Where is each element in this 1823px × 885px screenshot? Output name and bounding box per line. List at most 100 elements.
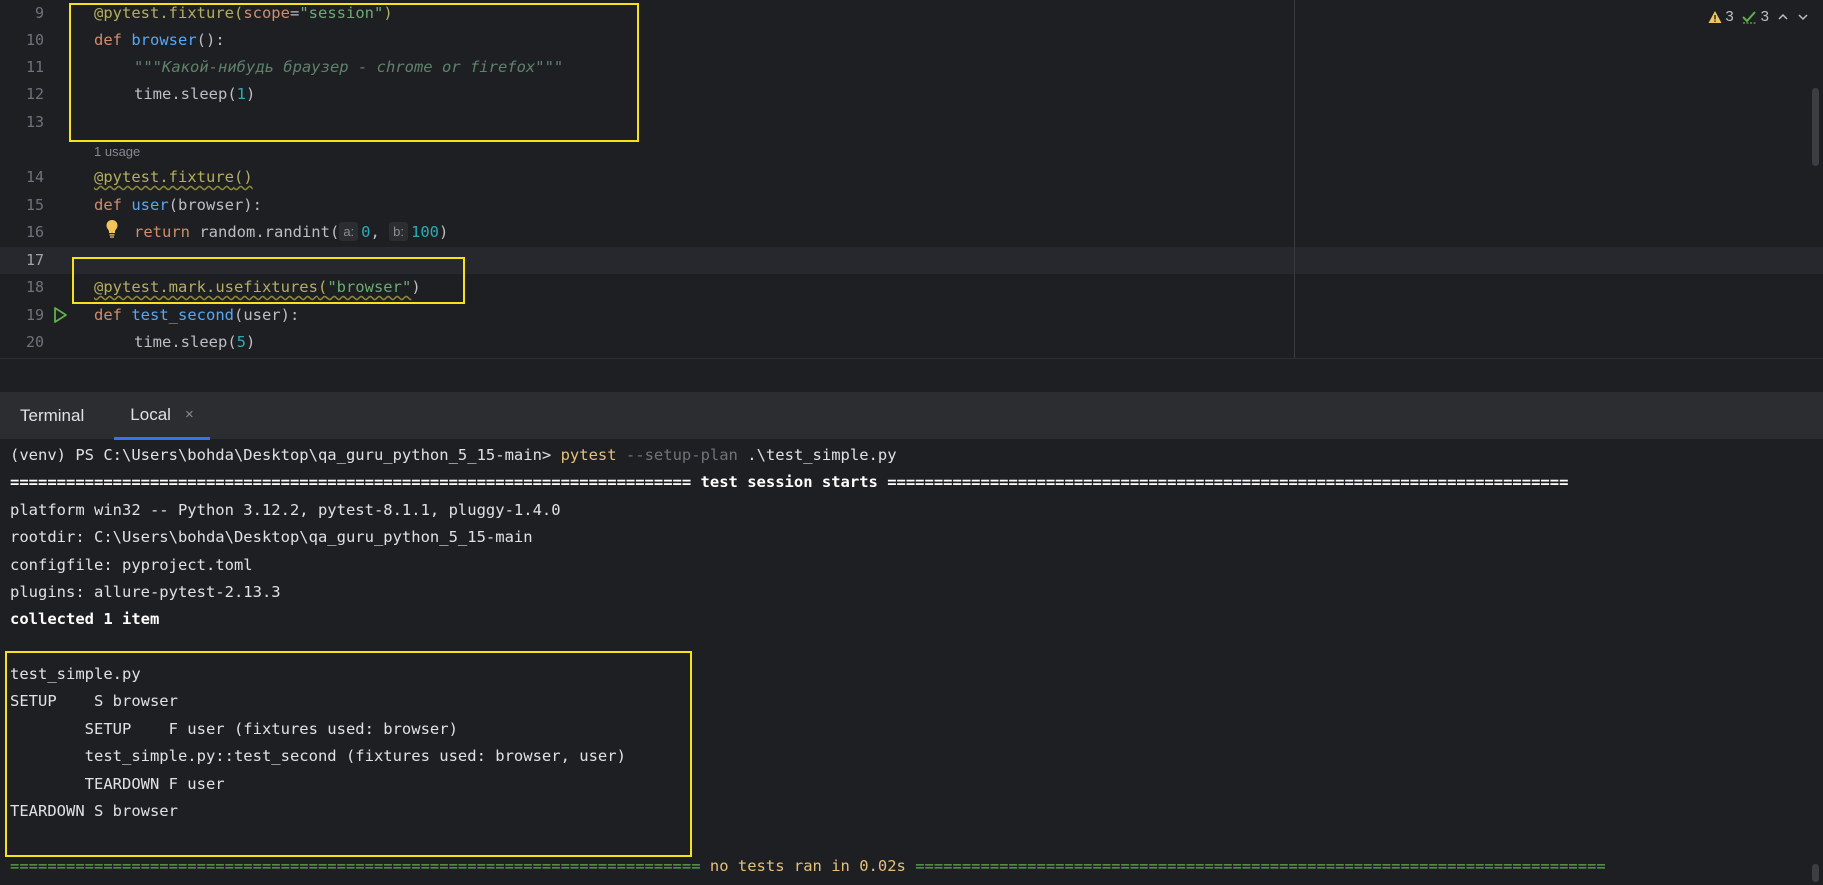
decorator: @pytest.fixture(	[94, 4, 244, 22]
code-line-18: @pytest.mark.usefixtures("browser")	[94, 274, 421, 301]
warnings-counter[interactable]: 3	[1708, 8, 1734, 25]
code-line-16: return random.randint(a: 0, b: 100)	[134, 219, 448, 246]
keyword: def	[94, 306, 132, 324]
code-line-15: def user(browser):	[94, 192, 262, 219]
line-number: 15	[25, 196, 44, 214]
plan-line: SETUP F user (fixtures used: browser)	[10, 720, 458, 738]
code-text: ,	[370, 223, 390, 241]
chevron-down-icon[interactable]	[1797, 11, 1809, 23]
warnings-count: 3	[1725, 8, 1734, 25]
rootdir-line: rootdir: C:\Users\bohda\Desktop\qa_guru_…	[10, 528, 533, 546]
line-number: 14	[25, 168, 44, 186]
line-number: 9	[34, 4, 44, 22]
string-literal: "browser"	[327, 278, 412, 296]
prompt: (venv) PS C:\Users\bohda\Desktop\qa_guru…	[10, 446, 561, 464]
code-editor[interactable]: 9 10 11 12 13 14 15 16 17 18 19 20 @pyte…	[0, 0, 1823, 358]
run-icon[interactable]	[52, 306, 68, 324]
line-number: 10	[25, 31, 44, 49]
chevron-up-icon[interactable]	[1777, 11, 1789, 23]
code-text: ():	[196, 31, 225, 49]
plan-line: SETUP S browser	[10, 692, 178, 710]
code-text: (browser):	[168, 196, 262, 214]
right-margin-guide	[1294, 0, 1295, 358]
line-number-gutter: 9 10 11 12 13 14 15 16 17 18 19 20	[0, 0, 90, 358]
tab-label: Local	[130, 404, 171, 424]
close-icon[interactable]: ×	[185, 406, 194, 423]
paren: (	[317, 278, 328, 296]
code-text: )	[246, 85, 256, 103]
command: pytest	[560, 446, 617, 464]
warning-icon	[1708, 10, 1722, 23]
operator: =	[289, 4, 300, 22]
number-literal: 100	[411, 223, 440, 241]
terminal-output[interactable]: (venv) PS C:\Users\bohda\Desktop\qa_guru…	[0, 440, 1823, 885]
decorator: @pytest.fixture	[94, 168, 234, 186]
paren: )	[383, 4, 393, 22]
number-literal: 0	[361, 223, 371, 241]
number-literal: 1	[236, 85, 246, 103]
keyword-arg: scope	[243, 4, 290, 22]
code-text: time.sleep(	[134, 85, 237, 103]
code-line-9: @pytest.fixture(scope="session")	[94, 0, 393, 27]
session-start-line: ========================================…	[10, 473, 1569, 491]
usage-hint[interactable]: 1 usage	[94, 138, 140, 165]
decorator: @pytest.mark.usefixtures	[94, 278, 318, 296]
tab-local[interactable]: Local ×	[114, 392, 210, 440]
checks-count: 3	[1760, 8, 1769, 25]
summary-rule: ========================================…	[905, 857, 1606, 875]
code-line-20: time.sleep(5)	[134, 329, 255, 356]
paren: )	[411, 278, 421, 296]
terminal-scrollbar[interactable]	[1812, 864, 1819, 882]
line-number: 19	[25, 306, 44, 324]
line-number-current: 17	[25, 251, 44, 269]
terminal-header: Terminal Local ×	[0, 392, 1823, 440]
number-literal: 5	[236, 333, 246, 351]
code-text: )	[439, 223, 449, 241]
check-icon	[1741, 10, 1757, 24]
panel-splitter[interactable]	[0, 358, 1823, 392]
checks-counter[interactable]: 3	[1741, 8, 1769, 25]
function-name: browser	[131, 31, 197, 49]
code-text: time.sleep(	[134, 333, 237, 351]
code-line-14: @pytest.fixture()	[94, 164, 253, 191]
plan-line: TEARDOWN F user	[10, 775, 225, 793]
line-number: 16	[25, 223, 44, 241]
code-line-10: def browser():	[94, 27, 225, 54]
keyword: def	[94, 31, 132, 49]
summary-line: ========================================…	[10, 853, 1606, 880]
code-text: (user):	[233, 306, 300, 324]
terminal-title: Terminal	[20, 406, 85, 425]
inspection-widget[interactable]: 3 3	[1708, 8, 1809, 25]
plan-line: test_simple.py::test_second (fixtures us…	[10, 747, 626, 765]
line-number: 13	[25, 113, 44, 131]
docstring: """Какой-нибудь браузер - chrome or fire…	[134, 58, 564, 76]
code-line-11: """Какой-нибудь браузер - chrome or fire…	[134, 54, 563, 81]
string-literal: "session"	[299, 4, 384, 22]
code-line-12: time.sleep(1)	[134, 81, 255, 108]
configfile-line: configfile: pyproject.toml	[10, 556, 253, 574]
code-line-19: def test_second(user):	[94, 302, 299, 329]
keyword: return	[134, 223, 200, 241]
plugins-line: plugins: allure-pytest-2.13.3	[10, 583, 281, 601]
collected-line: collected 1 item	[10, 610, 160, 628]
plan-line: TEARDOWN S browser	[10, 802, 178, 820]
function-name: test_second	[131, 306, 234, 324]
platform-line: platform win32 -- Python 3.12.2, pytest-…	[10, 501, 561, 519]
function-name: user	[131, 196, 169, 214]
editor-scrollbar[interactable]	[1812, 88, 1819, 166]
code-lines[interactable]: @pytest.fixture(scope="session") def bro…	[94, 0, 1294, 358]
summary-rule: ========================================…	[10, 857, 710, 875]
command-option: --setup-plan	[616, 446, 738, 464]
summary-text: no tests ran in 0.02s	[709, 857, 906, 875]
line-number: 11	[25, 58, 44, 76]
terminal-command-line: (venv) PS C:\Users\bohda\Desktop\qa_guru…	[10, 442, 897, 469]
line-number: 20	[25, 333, 44, 351]
inlay-hint: a:	[339, 222, 359, 241]
line-number: 12	[25, 85, 44, 103]
keyword: def	[94, 196, 132, 214]
paren: ()	[233, 168, 253, 186]
code-text: random.randint(	[199, 223, 340, 241]
plan-line: test_simple.py	[10, 665, 141, 683]
inlay-hint: b:	[389, 222, 409, 241]
command-argument: .\test_simple.py	[737, 446, 897, 464]
